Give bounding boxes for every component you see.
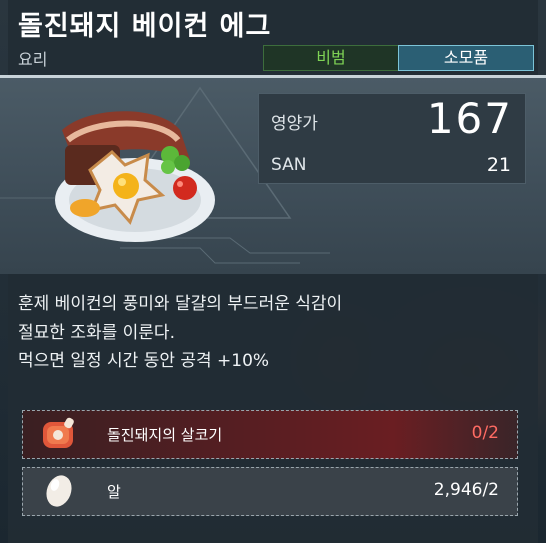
ingredient-row-meat[interactable]: 돌진돼지의 살코기 0/2 <box>22 410 518 459</box>
item-category: 요리 <box>18 50 48 69</box>
description-line: 절묘한 조화를 이룬다. <box>18 322 175 343</box>
san-stat: SAN 21 <box>258 149 526 184</box>
meat-drumstick-icon <box>43 417 74 448</box>
nutrition-stat: 영양가 167 <box>258 93 526 151</box>
description-line: 먹으면 일정 시간 동안 공격 +10% <box>18 351 270 371</box>
ingredient-name: 알 <box>107 483 121 501</box>
description-line: 훈제 베이컨의 풍미와 달걀의 부드러운 식감이 <box>18 294 343 314</box>
item-description: 훈제 베이컨의 풍미와 달걀의 부드러운 식감이 절묘한 조화를 이룬다. 먹으… <box>18 290 528 376</box>
nutrition-label: 영양가 <box>271 114 318 134</box>
rarity-tag: 비범 <box>263 45 399 71</box>
bacon-egg-dish-image <box>55 111 215 242</box>
san-value: 21 <box>486 154 511 176</box>
type-tag: 소모품 <box>398 45 534 71</box>
san-label: SAN <box>271 155 307 175</box>
ingredient-row-egg[interactable]: 알 2,946/2 <box>22 467 518 516</box>
nutrition-value: 167 <box>426 94 513 143</box>
egg-icon <box>46 475 72 507</box>
item-title: 돌진돼지 베이컨 에그 <box>18 11 272 42</box>
ingredient-count: 0/2 <box>471 423 499 443</box>
ingredient-name: 돌진돼지의 살코기 <box>107 426 223 444</box>
ingredient-count: 2,946/2 <box>433 480 499 500</box>
